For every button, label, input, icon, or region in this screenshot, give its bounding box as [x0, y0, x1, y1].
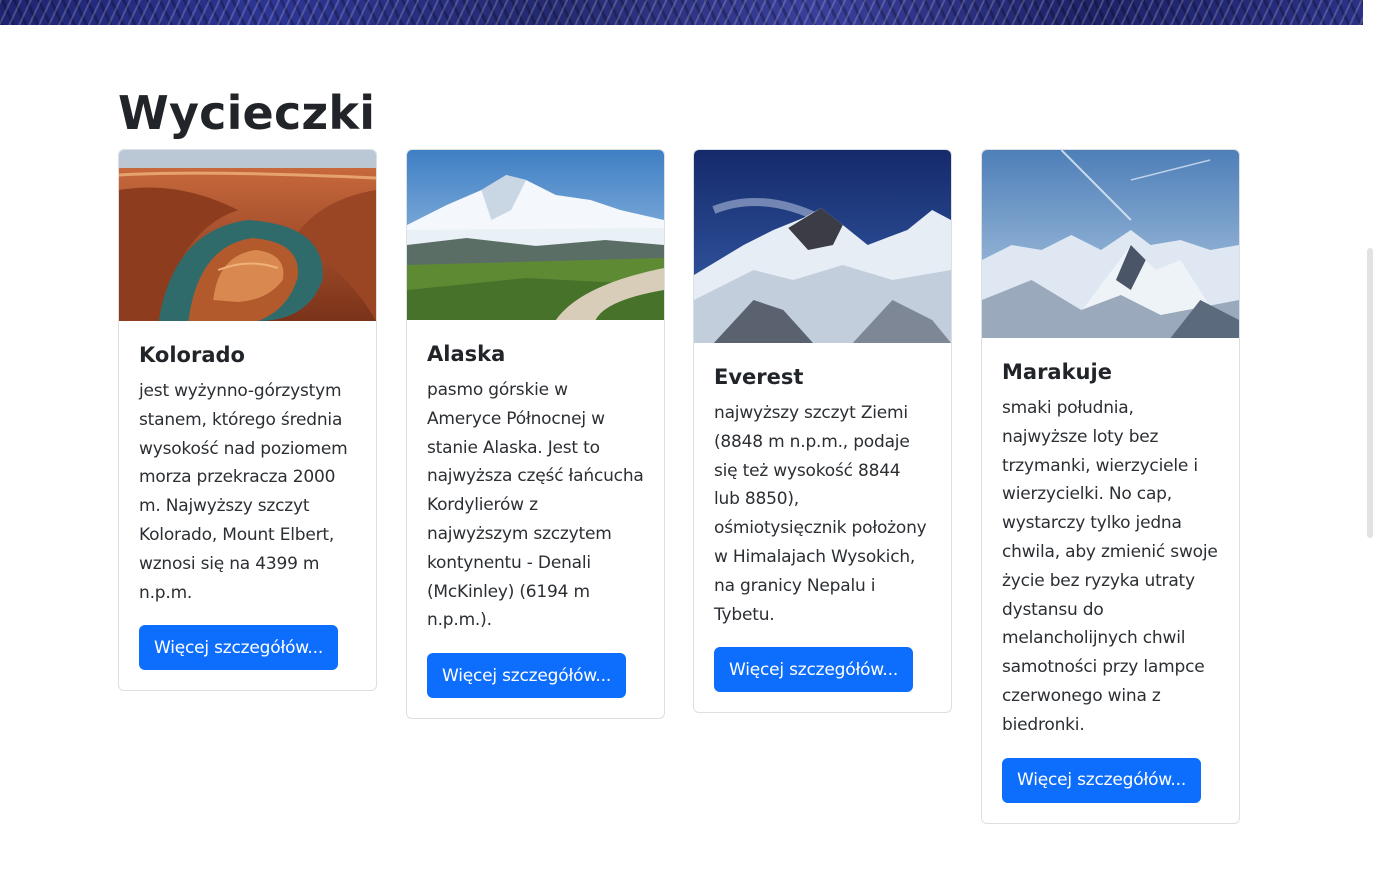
- more-details-button[interactable]: Więcej szczegółów...: [714, 647, 914, 693]
- more-details-button[interactable]: Więcej szczegółów...: [427, 653, 627, 699]
- more-details-button[interactable]: Więcej szczegółów...: [139, 625, 339, 671]
- more-details-button[interactable]: Więcej szczegółów...: [1002, 757, 1202, 803]
- card-description: pasmo górskie w Ameryce Północnej w stan…: [427, 380, 644, 631]
- snowy-peaks-image: [982, 150, 1239, 338]
- trip-card-kolorado: Kolorado jest wyżynno-górzystym stanem, …: [118, 149, 377, 692]
- everest-image: [694, 150, 951, 343]
- card-title: Alaska: [427, 342, 506, 366]
- trip-card-everest: Everest najwyższy szczyt Ziemi (8848 m n…: [693, 149, 952, 714]
- card-title: Marakuje: [1002, 360, 1112, 384]
- section-title: Wycieczki: [118, 86, 376, 140]
- card-title: Kolorado: [139, 343, 245, 367]
- scrollbar[interactable]: [1367, 248, 1373, 538]
- trip-card-marakuje: Marakuje smaki południa, najwyższe loty …: [981, 149, 1240, 824]
- canyon-image: [119, 150, 376, 321]
- card-description: smaki południa, najwyższe loty bez trzym…: [1002, 398, 1218, 735]
- trip-card-alaska: Alaska pasmo górskie w Ameryce Północnej…: [406, 149, 665, 720]
- card-description: najwyższy szczyt Ziemi (8848 m n.p.m., p…: [714, 403, 927, 625]
- card-title: Everest: [714, 365, 804, 389]
- alaska-mountain-image: [407, 150, 664, 320]
- header-banner-image: [0, 0, 1363, 25]
- card-description: jest wyżynno-górzystym stanem, którego ś…: [139, 381, 348, 603]
